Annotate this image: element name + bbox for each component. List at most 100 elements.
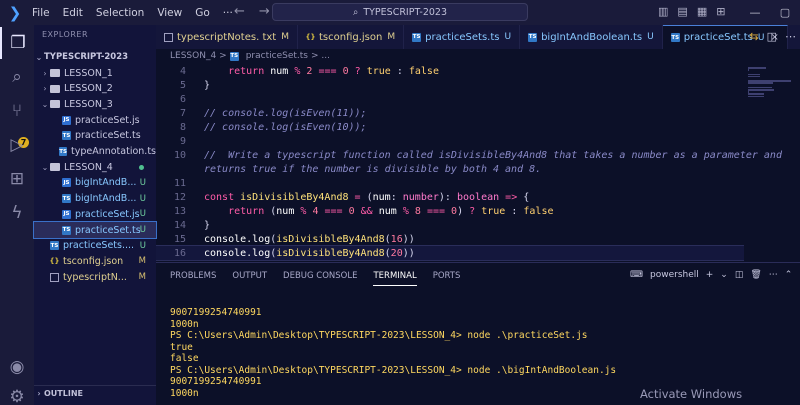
tree-item[interactable]: ⌄ LESSON_4 (34, 159, 156, 175)
menu-view[interactable]: View (157, 7, 182, 19)
breadcrumb-more[interactable]: > ... (311, 51, 330, 61)
json-file-icon: {} (49, 257, 60, 266)
terminal-line: 9007199254740991 (170, 376, 262, 387)
code-line[interactable]: 16 console.log(isDivisibleBy4And8(20)) (156, 245, 744, 261)
new-terminal-icon[interactable]: + (706, 270, 714, 280)
tree-item-label: LESSON_4 (64, 161, 113, 173)
maximize-panel-icon[interactable]: ⌃ (785, 270, 793, 280)
tree-item[interactable]: typescriptN... M (34, 269, 156, 285)
lightning-icon[interactable]: ϟ (0, 197, 34, 229)
menu-selection[interactable]: Selection (96, 7, 144, 19)
line-number: 10 (173, 149, 186, 161)
panel-tabs: PROBLEMS OUTPUT DEBUG CONSOLE TERMINAL PORTS (170, 271, 460, 286)
menu-more[interactable]: ··· (223, 7, 233, 19)
text-file-icon (50, 272, 59, 282)
git-status-badge: U (139, 240, 146, 251)
tree-item[interactable]: JS practiceSet.js (34, 112, 156, 128)
tree-item-label: typeAnnotation.ts (70, 146, 156, 157)
tree-item[interactable]: JS practiceSet.js U (34, 206, 156, 222)
search-icon: ⌕ (353, 6, 359, 18)
maximize-icon[interactable]: ▢ (770, 0, 800, 25)
breadcrumb-file[interactable]: practiceSet.ts (246, 51, 308, 61)
breadcrumb-folder[interactable]: LESSON_4 (170, 51, 216, 61)
panel-actions: ⌨ powershell + ⌄ ◫ 🗑 ⋯ ⌃ ✕ (630, 270, 800, 280)
more-actions-icon[interactable]: ⋯ (769, 270, 778, 280)
customize-layout-icon[interactable]: ⊞ (716, 5, 725, 18)
search-view-icon[interactable]: ⌕ (0, 61, 34, 93)
tree-item[interactable]: {} tsconfig.json M (34, 253, 156, 269)
minimize-icon[interactable]: — (740, 0, 770, 25)
tree-item[interactable]: TS practiceSet.ts U (33, 221, 157, 239)
minimap[interactable] (744, 63, 800, 260)
command-center-search[interactable]: ⌕ TYPESCRIPT-2023 (272, 3, 528, 21)
tab-git-status: M (387, 32, 396, 42)
compare-icon[interactable]: ⇆ (749, 30, 758, 43)
terminal-line: 1000n (170, 387, 199, 399)
explorer-files-icon[interactable]: ❐ (0, 27, 34, 59)
tab-git-status: M (281, 32, 289, 42)
toggle-sidebar-icon[interactable]: ▥ (658, 5, 668, 18)
terminal-output[interactable]: 9007199254740991 1000n PS C:\Users\Admin\D… (170, 307, 616, 399)
git-status-badge: M (138, 272, 146, 283)
editor-tab[interactable]: TS practiceSets.ts U (404, 25, 521, 49)
terminal-line: 9007199254740991 (170, 307, 262, 318)
panel-tab-problems[interactable]: PROBLEMS (170, 271, 216, 286)
tree-item[interactable]: › LESSON_1 (34, 65, 156, 81)
activate-windows-watermark: Activate Windows (640, 387, 743, 401)
toggle-panel-icon[interactable]: ▤ (677, 5, 687, 18)
tree-item[interactable]: TS typeAnnotation.ts (34, 144, 156, 160)
extensions-icon[interactable]: ⊞ (0, 163, 34, 195)
bottom-panel: PROBLEMS OUTPUT DEBUG CONSOLE TERMINAL PORTS… (156, 262, 800, 405)
split-terminal-icon[interactable]: ◫ (735, 270, 744, 280)
manage-gear-icon[interactable]: ⚙ (0, 381, 34, 405)
tab-label: practiceSets.ts (425, 31, 500, 43)
forward-arrow-icon[interactable]: → (259, 4, 270, 19)
panel-tab-debug-console[interactable]: DEBUG CONSOLE (283, 271, 357, 286)
tree-item[interactable]: JS bigIntAndB... U (34, 175, 156, 191)
git-status-badge: M (138, 256, 146, 267)
menu-go[interactable]: Go (195, 7, 210, 19)
editor-actions: ⇆ ◫ ⋯ (749, 30, 796, 43)
split-editor-icon[interactable]: ◫ (767, 30, 777, 43)
workspace-root[interactable]: ⌄ TYPESCRIPT-2023 (34, 49, 156, 65)
toggle-secondary-sidebar-icon[interactable]: ▦ (697, 5, 707, 18)
code-text: } (204, 219, 211, 231)
editor-tab[interactable]: {} tsconfig.json M (298, 25, 405, 49)
trash-icon[interactable]: 🗑 (750, 270, 761, 280)
panel-tab-ports[interactable]: PORTS (433, 271, 461, 286)
editor-tab[interactable]: TS bigIntAndBoolean.ts U (520, 25, 663, 49)
menu-edit[interactable]: Edit (63, 7, 83, 19)
tree-item[interactable]: › LESSON_2 (34, 81, 156, 97)
tree-item[interactable]: TS bigIntAndB... U (34, 191, 156, 207)
tree-item[interactable]: TS practiceSets.... U (34, 238, 156, 254)
tree-item[interactable]: ⌄ LESSON_3 (34, 96, 156, 112)
explorer-sidebar: EXPLORER ⌄ TYPESCRIPT-2023 › LESSON_1 › LES… (33, 25, 157, 405)
panel-tab-terminal[interactable]: TERMINAL (373, 271, 417, 286)
panel-tab-output[interactable]: OUTPUT (232, 271, 267, 286)
code-editor[interactable]: 4 return num % 2 === 0 ? true : false 5} 6… (156, 63, 782, 261)
tree-item[interactable]: TS practiceSet.ts (34, 128, 156, 144)
tree-item-label: practiceSet.ts (75, 130, 141, 142)
terminal-shell-name[interactable]: powershell (650, 270, 699, 280)
account-icon[interactable]: ◉ (0, 351, 34, 383)
terminal-line: false (170, 353, 199, 364)
run-debug-icon[interactable]: ▷ (0, 129, 34, 161)
ts-file-icon: TS (412, 32, 422, 42)
back-arrow-icon[interactable]: ← (234, 4, 245, 19)
tree-item-label: practiceSet.js (75, 114, 140, 126)
terminal-line: 1000n (170, 318, 199, 330)
vscode-logo-icon: ❯ (8, 3, 22, 22)
menu-file[interactable]: File (32, 7, 50, 19)
line-number: 7 (179, 107, 186, 119)
ts-file-icon: TS (62, 194, 71, 204)
more-actions-icon[interactable]: ⋯ (785, 30, 796, 43)
menu-bar: File Edit Selection View Go ··· (32, 7, 233, 19)
folder-icon (50, 163, 60, 172)
editor-tab[interactable]: typescriptNotes. txt M (156, 25, 298, 49)
chevron-down-icon[interactable]: ⌄ (720, 270, 728, 280)
outline-section[interactable]: › OUTLINE (34, 385, 156, 401)
ts-file-icon: TS (528, 32, 538, 42)
outline-label: OUTLINE (44, 389, 83, 398)
source-control-icon[interactable]: ⑂ (0, 95, 34, 127)
tree-item-label: practiceSet.js (75, 208, 140, 220)
